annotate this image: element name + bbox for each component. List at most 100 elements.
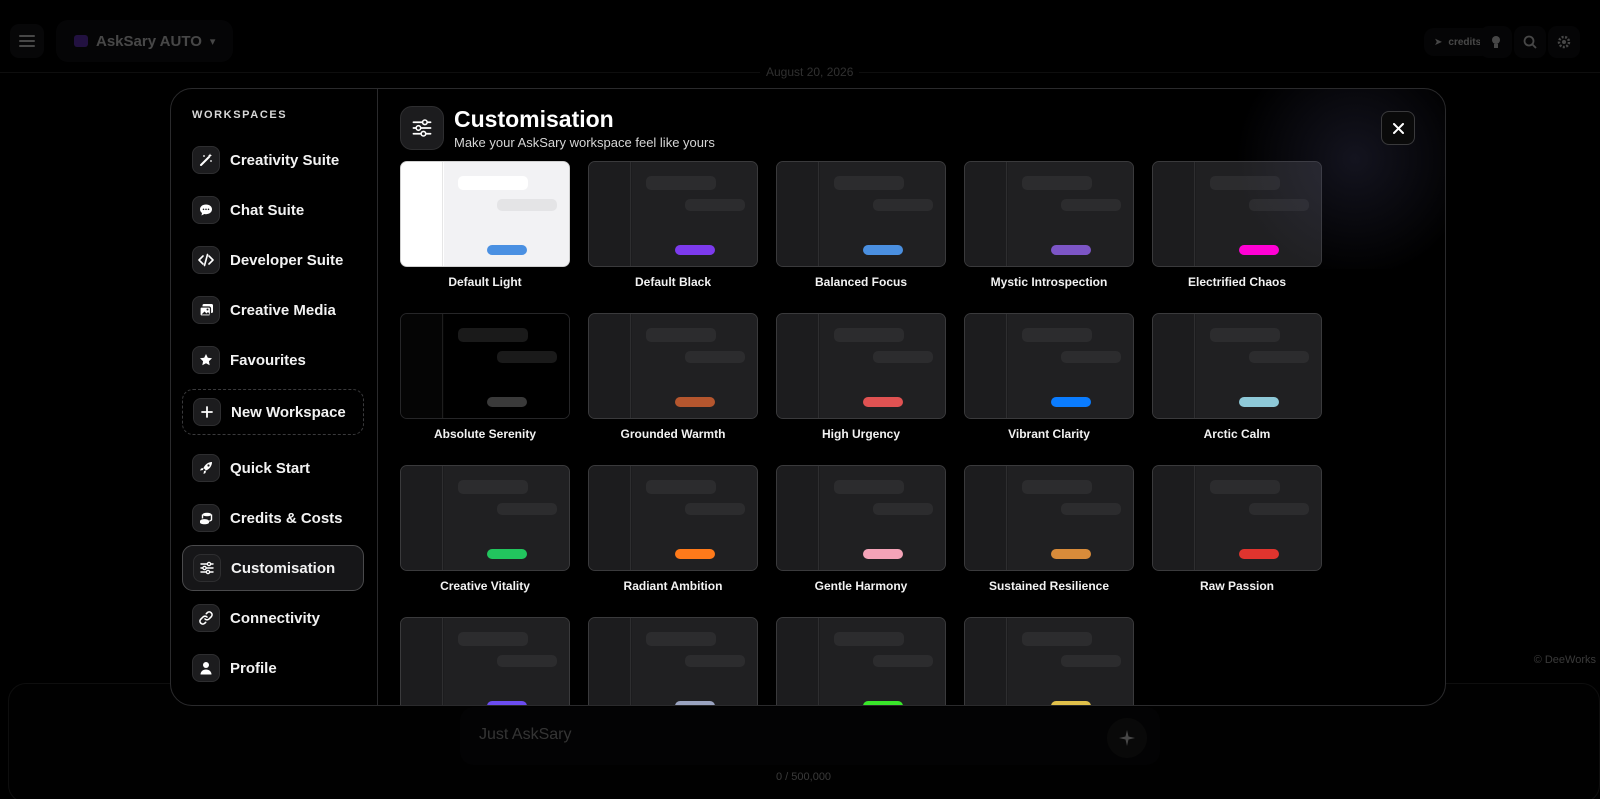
lightbulb-icon	[1492, 36, 1500, 48]
theme-card[interactable]: Default Light	[400, 161, 570, 293]
theme-card[interactable]: Raw Passion	[1152, 465, 1322, 597]
chat-bubble-icon	[192, 196, 220, 224]
star-icon	[192, 346, 220, 374]
send-button[interactable]	[1107, 718, 1147, 758]
menu-button[interactable]	[10, 24, 44, 58]
close-button[interactable]	[1381, 111, 1415, 145]
theme-card[interactable]: Balanced Focus	[776, 161, 946, 293]
model-selector[interactable]: AskSary AUTO ▾	[56, 20, 234, 62]
settings-button[interactable]	[1548, 26, 1580, 58]
theme-preview	[776, 465, 946, 571]
nav-label: Chat Suite	[230, 201, 305, 219]
nav-label: Favourites	[230, 351, 306, 369]
theme-preview	[588, 617, 758, 705]
nav-label: Developer Suite	[230, 251, 344, 269]
nav-label: Creative Media	[230, 301, 336, 319]
preview-side	[777, 162, 819, 266]
theme-name: Electrified Chaos	[1187, 275, 1287, 289]
theme-preview	[964, 313, 1134, 419]
theme-card[interactable]: Vibrant Clarity	[964, 313, 1134, 445]
theme-preview	[964, 617, 1134, 705]
customisation-modal: WORKSPACES Creativity Suite Chat Suite D…	[170, 88, 1446, 706]
preview-bar2	[497, 199, 557, 211]
preview-bar2	[1249, 199, 1309, 211]
preview-bar1	[1022, 328, 1092, 342]
search-icon	[1523, 35, 1537, 49]
preview-bar2	[497, 351, 557, 363]
nav-item-quick-start[interactable]: Quick Start	[182, 445, 364, 491]
nav-item-connectivity[interactable]: Connectivity	[182, 595, 364, 641]
theme-preview	[1152, 465, 1322, 571]
theme-card[interactable]: Electrified Chaos	[1152, 161, 1322, 293]
preview-side	[965, 618, 1007, 705]
theme-accent-swatch	[863, 549, 903, 559]
preview-bar2	[873, 351, 933, 363]
rocket-icon: ➤	[1434, 36, 1443, 48]
link-icon	[192, 604, 220, 632]
date-label: August 20, 2026	[760, 65, 860, 79]
preview-side	[777, 618, 819, 705]
preview-bar2	[873, 199, 933, 211]
theme-preview	[964, 161, 1134, 267]
preview-bar2	[1249, 503, 1309, 515]
nav-label: Credits & Costs	[230, 509, 343, 527]
theme-accent-swatch	[863, 701, 903, 705]
theme-preview	[400, 313, 570, 419]
preview-bar2	[1061, 199, 1121, 211]
theme-preview	[400, 161, 570, 267]
theme-accent-swatch	[1051, 701, 1091, 705]
nav-item-creative-media[interactable]: Creative Media	[182, 287, 364, 333]
theme-preview	[588, 465, 758, 571]
theme-card[interactable]: Creative Vitality	[400, 465, 570, 597]
preview-bar1	[458, 632, 528, 646]
preview-side	[965, 162, 1007, 266]
new-workspace-button[interactable]: New Workspace	[182, 389, 364, 435]
preview-bar1	[458, 176, 528, 190]
theme-card[interactable]	[588, 617, 758, 705]
nav-label: Customisation	[231, 559, 336, 577]
gear-icon	[1557, 35, 1571, 49]
theme-card[interactable]: Arctic Calm	[1152, 313, 1322, 445]
footer-credit: © DeeWorks	[1533, 654, 1596, 666]
theme-card[interactable]: High Urgency	[776, 313, 946, 445]
nav-item-favourites[interactable]: Favourites	[182, 337, 364, 383]
preview-bar1	[1210, 480, 1280, 494]
theme-card[interactable]: Grounded Warmth	[588, 313, 758, 445]
preview-bar1	[1210, 176, 1280, 190]
search-button[interactable]	[1514, 26, 1546, 58]
preview-bar1	[834, 632, 904, 646]
theme-card[interactable]	[776, 617, 946, 705]
preview-bar1	[834, 480, 904, 494]
sliders-icon	[193, 554, 221, 582]
theme-card[interactable]: Gentle Harmony	[776, 465, 946, 597]
theme-card[interactable]: Mystic Introspection	[964, 161, 1134, 293]
preview-bar1	[1022, 480, 1092, 494]
theme-card[interactable]: Default Black	[588, 161, 758, 293]
theme-preview	[1152, 161, 1322, 267]
nav-item-chat-suite[interactable]: Chat Suite	[182, 187, 364, 233]
preview-side	[589, 314, 631, 418]
theme-accent-swatch	[675, 245, 715, 255]
nav-item-creativity-suite[interactable]: Creativity Suite	[182, 137, 364, 183]
nav-item-profile[interactable]: Profile	[182, 645, 364, 691]
composer-placeholder: Just AskSary	[479, 726, 572, 743]
theme-card[interactable]	[964, 617, 1134, 705]
theme-name: Arctic Calm	[1203, 427, 1271, 441]
theme-preview	[400, 617, 570, 705]
nav-item-developer-suite[interactable]: Developer Suite	[182, 237, 364, 283]
preview-side	[1153, 314, 1195, 418]
coins-icon	[192, 504, 220, 532]
theme-card[interactable]: Radiant Ambition	[588, 465, 758, 597]
theme-card[interactable]	[400, 617, 570, 705]
nav-item-credits-costs[interactable]: Credits & Costs	[182, 495, 364, 541]
sparkle-icon	[1119, 730, 1135, 746]
theme-card[interactable]: Sustained Resilience	[964, 465, 1134, 597]
panel-header: Customisation Make your AskSary workspac…	[400, 106, 1445, 150]
theme-card[interactable]: Absolute Serenity	[400, 313, 570, 445]
sliders-icon	[400, 106, 444, 150]
lightbulb-button[interactable]	[1480, 26, 1512, 58]
preview-side	[1153, 466, 1195, 570]
theme-accent-swatch	[1051, 549, 1091, 559]
nav-item-customisation[interactable]: Customisation	[182, 545, 364, 591]
preview-bar1	[646, 328, 716, 342]
